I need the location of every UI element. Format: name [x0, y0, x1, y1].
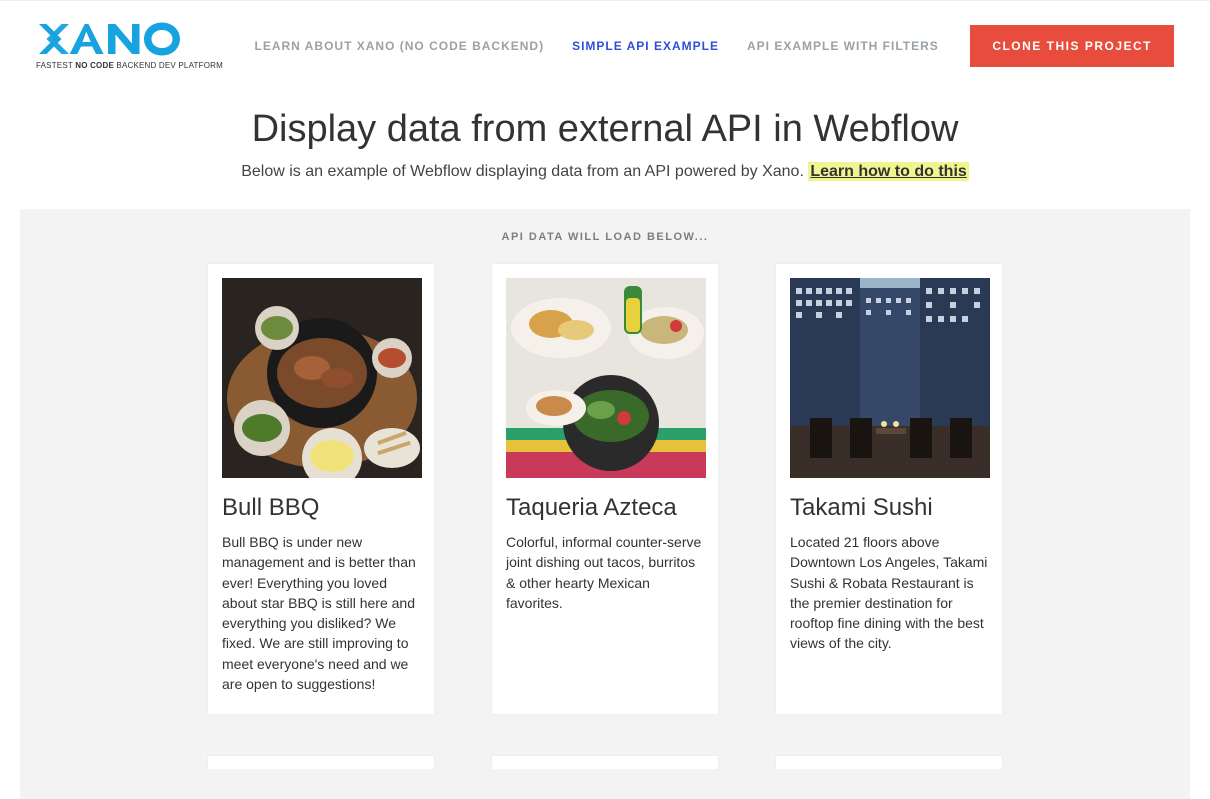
brand-tagline: FASTEST NO CODE BACKEND DEV PLATFORM [36, 61, 223, 70]
page-intro: Below is an example of Webflow displayin… [20, 163, 1190, 181]
api-content-section: API DATA WILL LOAD BELOW... [20, 209, 1190, 799]
section-subhead: API DATA WILL LOAD BELOW... [20, 231, 1190, 243]
nav-api-filters[interactable]: API EXAMPLE WITH FILTERS [747, 39, 939, 53]
nav-learn-about[interactable]: LEARN ABOUT XANO (NO CODE BACKEND) [255, 39, 545, 53]
restaurant-card-stub [207, 755, 435, 769]
topbar: FASTEST NO CODE BACKEND DEV PLATFORM LEA… [0, 0, 1210, 90]
cards-grid: Bull BBQ Bull BBQ is under new managemen… [20, 263, 1190, 715]
xano-logo-icon [36, 21, 201, 57]
page-title: Display data from external API in Webflo… [20, 108, 1190, 151]
card-desc: Located 21 floors above Downtown Los Ang… [790, 532, 988, 654]
card-desc: Bull BBQ is under new management and is … [222, 532, 420, 694]
nav-simple-api[interactable]: SIMPLE API EXAMPLE [572, 39, 719, 53]
card-desc: Colorful, informal counter-serve joint d… [506, 532, 704, 613]
restaurant-card-stub [491, 755, 719, 769]
brand-logo[interactable]: FASTEST NO CODE BACKEND DEV PLATFORM [36, 21, 223, 70]
restaurant-card: Takami Sushi Located 21 floors above Dow… [775, 263, 1003, 715]
card-image [790, 278, 990, 478]
restaurant-card-stub [775, 755, 1003, 769]
learn-how-link[interactable]: Learn how to do this [808, 162, 968, 181]
restaurant-card: Taqueria Azteca Colorful, informal count… [491, 263, 719, 715]
clone-project-button[interactable]: CLONE THIS PROJECT [970, 25, 1174, 67]
main-nav: LEARN ABOUT XANO (NO CODE BACKEND) SIMPL… [255, 39, 939, 53]
card-title: Takami Sushi [790, 494, 988, 522]
cards-row-2 [20, 755, 1190, 769]
hero: Display data from external API in Webflo… [0, 90, 1210, 209]
restaurant-card: Bull BBQ Bull BBQ is under new managemen… [207, 263, 435, 715]
card-title: Bull BBQ [222, 494, 420, 522]
card-image [222, 278, 422, 478]
card-title: Taqueria Azteca [506, 494, 704, 522]
card-image [506, 278, 706, 478]
